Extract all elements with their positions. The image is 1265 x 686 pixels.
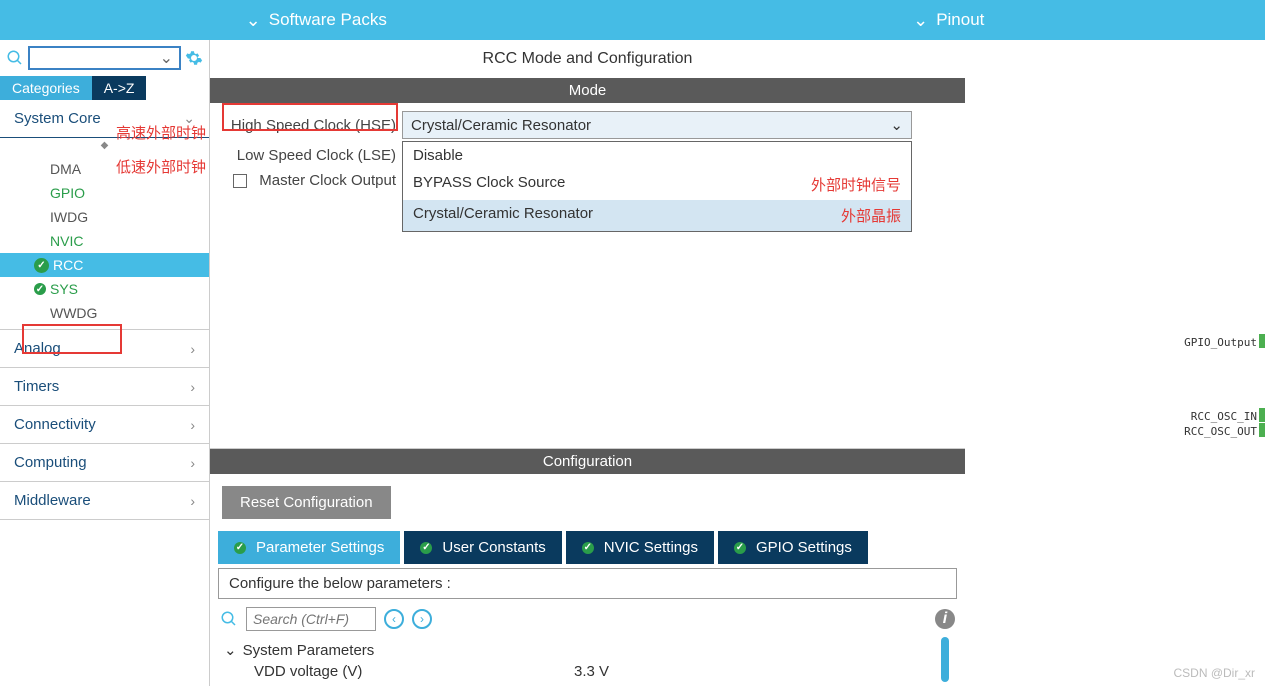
- check-icon: [734, 542, 746, 554]
- chevron-right-icon: ›: [190, 341, 195, 357]
- sort-icon[interactable]: ◆: [0, 138, 209, 153]
- info-icon[interactable]: i: [935, 609, 955, 629]
- check-icon: [420, 542, 432, 554]
- category-timers[interactable]: Timers›: [0, 368, 209, 405]
- center-panel: RCC Mode and Configuration Mode High Spe…: [210, 40, 965, 686]
- dropdown-opt-crystal[interactable]: Crystal/Ceramic Resonator外部晶振: [403, 200, 911, 231]
- tree-item-wwdg[interactable]: WWDG: [0, 301, 209, 325]
- menu-software-packs[interactable]: Software Packs: [0, 2, 633, 39]
- search-icon: [220, 610, 238, 628]
- gear-icon[interactable]: [185, 49, 203, 67]
- watermark: CSDN @Dir_xr: [1173, 666, 1255, 680]
- panel-title: RCC Mode and Configuration: [210, 40, 965, 78]
- tree-item-gpio[interactable]: GPIO: [0, 181, 209, 205]
- hse-select[interactable]: Crystal/Ceramic Resonator⌄: [402, 111, 912, 139]
- tab-az[interactable]: A->Z: [92, 76, 147, 100]
- chevron-down-icon: ⌄: [224, 641, 237, 659]
- chevron-down-icon: ⌄: [183, 110, 195, 127]
- master-clock-checkbox[interactable]: [233, 174, 247, 188]
- chevron-down-icon: [913, 10, 928, 31]
- pin-label-rcc-osc-in: RCC_OSC_IN: [1191, 410, 1257, 423]
- pin-block[interactable]: [1259, 423, 1265, 437]
- annotation-crystal: 外部晶振: [841, 205, 901, 226]
- lse-label: Low Speed Clock (LSE): [226, 147, 402, 164]
- annotation-bypass: 外部时钟信号: [811, 174, 901, 195]
- dropdown-opt-disable[interactable]: Disable: [403, 142, 911, 169]
- pin-label-rcc-osc-out: RCC_OSC_OUT: [1184, 425, 1257, 438]
- chevron-down-icon: [246, 10, 261, 31]
- pinout-panel: GPIO_Output RCC_OSC_IN RCC_OSC_OUT: [965, 40, 1265, 686]
- check-icon: [34, 258, 49, 273]
- tree-item-rcc[interactable]: RCC: [0, 253, 209, 277]
- prev-button[interactable]: ‹: [384, 609, 404, 629]
- chevron-down-icon: ⌄: [890, 116, 903, 134]
- config-description: Configure the below parameters :: [218, 568, 957, 599]
- tab-user-constants[interactable]: User Constants: [404, 531, 561, 564]
- param-row-vdd[interactable]: VDD voltage (V) 3.3 V: [224, 659, 951, 684]
- chevron-right-icon: ›: [190, 379, 195, 395]
- hse-dropdown: Disable BYPASS Clock Source外部时钟信号 Crysta…: [402, 141, 912, 232]
- reset-configuration-button[interactable]: Reset Configuration: [222, 486, 391, 519]
- menu-pinout[interactable]: Pinout: [633, 2, 1265, 39]
- next-button[interactable]: ›: [412, 609, 432, 629]
- chevron-right-icon: ›: [190, 455, 195, 471]
- check-icon: [234, 542, 246, 554]
- chevron-down-icon: ⌄: [160, 48, 173, 68]
- tab-parameter-settings[interactable]: Parameter Settings: [218, 531, 400, 564]
- master-clock-label: Master Clock Output: [259, 172, 396, 189]
- chevron-right-icon: ›: [190, 417, 195, 433]
- dropdown-opt-bypass[interactable]: BYPASS Clock Source外部时钟信号: [403, 169, 911, 200]
- category-middleware[interactable]: Middleware›: [0, 482, 209, 519]
- category-connectivity[interactable]: Connectivity›: [0, 406, 209, 443]
- check-icon: [34, 283, 46, 295]
- pin-block[interactable]: [1259, 408, 1265, 422]
- param-group-system[interactable]: ⌄System Parameters: [224, 641, 951, 659]
- search-icon: [6, 49, 24, 67]
- tab-nvic-settings[interactable]: NVIC Settings: [566, 531, 714, 564]
- chevron-right-icon: ›: [190, 493, 195, 509]
- category-analog[interactable]: Analog›: [0, 330, 209, 367]
- config-header: Configuration: [210, 449, 965, 474]
- category-system-core[interactable]: System Core ⌄: [0, 100, 209, 138]
- tree-item-dma[interactable]: DMA: [0, 157, 209, 181]
- mode-header: Mode: [210, 78, 965, 103]
- tree-item-iwdg[interactable]: IWDG: [0, 205, 209, 229]
- tab-categories[interactable]: Categories: [0, 76, 92, 100]
- config-search-input[interactable]: [246, 607, 376, 631]
- top-toolbar: Software Packs Pinout: [0, 0, 1265, 40]
- categories-sidebar: ⌄ Categories A->Z System Core ⌄ ◆ DMA GP…: [0, 40, 210, 686]
- tree-item-nvic[interactable]: NVIC: [0, 229, 209, 253]
- pin-label-gpio-output: GPIO_Output: [1184, 336, 1257, 349]
- category-computing[interactable]: Computing›: [0, 444, 209, 481]
- hse-label: High Speed Clock (HSE): [226, 117, 402, 134]
- scrollbar[interactable]: [941, 637, 949, 682]
- check-icon: [582, 542, 594, 554]
- tab-gpio-settings[interactable]: GPIO Settings: [718, 531, 868, 564]
- pin-block[interactable]: [1259, 334, 1265, 348]
- search-input[interactable]: ⌄: [28, 46, 181, 70]
- tree-item-sys[interactable]: SYS: [0, 277, 209, 301]
